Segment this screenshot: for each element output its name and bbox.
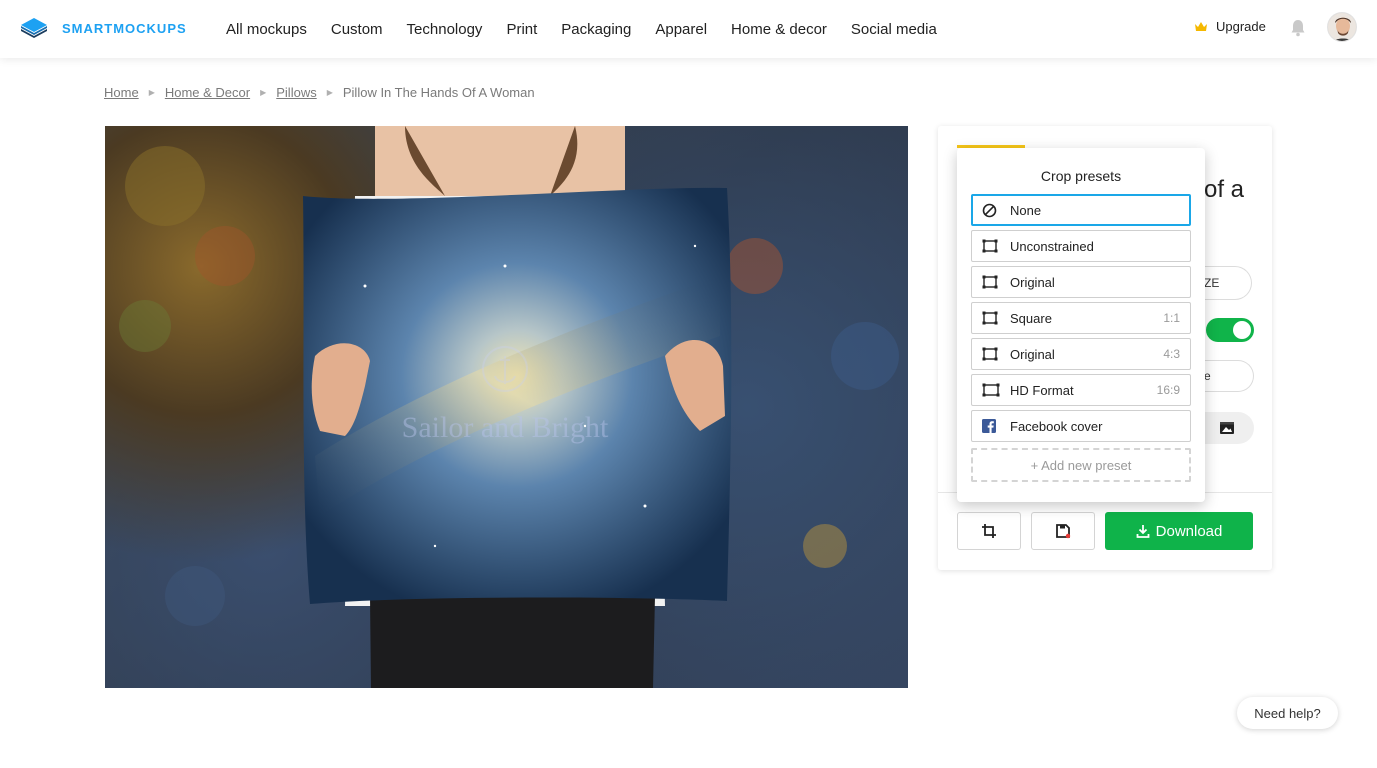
nav-custom[interactable]: Custom [331,21,383,38]
preset-label: Original [1010,274,1055,290]
crop-button[interactable] [957,512,1021,550]
breadcrumb-separator-icon: ▶ [148,88,155,97]
crop-icon [982,524,996,538]
image-upload-button[interactable] [1200,412,1254,444]
none-icon [982,203,1000,218]
mockup-preview[interactable]: Sailor and Bright [105,126,908,688]
image-icon [1220,422,1234,434]
mockup-scene: Sailor and Bright [119,126,899,688]
preset-hd-format[interactable]: HD Format 16:9 [971,374,1191,406]
bell-icon[interactable] [1290,19,1306,37]
need-help-button[interactable]: Need help? [1237,697,1338,729]
upgrade-button[interactable]: Upgrade [1194,19,1266,34]
preset-none[interactable]: None [971,194,1191,226]
breadcrumb: Home ▶ Home & Decor ▶ Pillows ▶ Pillow I… [104,85,535,100]
user-avatar[interactable] [1327,12,1357,42]
preset-label: Unconstrained [1010,238,1094,254]
crop-frame-icon [982,347,1000,361]
nav-apparel[interactable]: Apparel [655,21,707,38]
crown-icon [1195,22,1207,31]
preset-facebook-cover[interactable]: Facebook cover [971,410,1191,442]
brand-name: SMARTMOCKUPS [62,20,187,36]
preset-label: Square [1010,310,1052,326]
top-navbar: SMARTMOCKUPS All mockups Custom Technolo… [0,0,1377,58]
logo-layers-icon [21,18,47,38]
nav-social-media[interactable]: Social media [851,21,937,38]
preset-label: None [1010,202,1042,218]
crop-presets-popup: Crop presets None Unconstrained Original… [957,148,1205,502]
nav-technology[interactable]: Technology [407,21,483,38]
nav-home-decor[interactable]: Home & decor [731,21,827,38]
avatar-portrait [1328,13,1356,41]
crop-frame-icon [982,383,1000,397]
preset-original[interactable]: Original [971,266,1191,298]
mockup-title-fragment: of a [1204,176,1245,203]
option-button-fragment[interactable]: e [1200,360,1254,392]
save-icon [1056,524,1071,539]
nav-all-mockups[interactable]: All mockups [226,21,307,38]
preset-ratio: 1:1 [1163,311,1180,325]
preset-square[interactable]: Square 1:1 [971,302,1191,334]
toggle-knob [1233,321,1251,339]
preset-ratio: 16:9 [1156,383,1180,397]
breadcrumb-current: Pillow In The Hands Of A Woman [342,85,535,100]
preset-label: HD Format [1010,382,1074,398]
main-nav: All mockups Custom Technology Print Pack… [226,0,961,58]
crop-presets-title: Crop presets [1040,168,1122,184]
facebook-icon [982,419,1000,433]
preset-label: Original [1010,346,1055,362]
preset-original-4-3[interactable]: Original 4:3 [971,338,1191,370]
preset-unconstrained[interactable]: Unconstrained [971,230,1191,262]
breadcrumb-separator-icon: ▶ [326,88,333,97]
nav-packaging[interactable]: Packaging [561,21,631,38]
download-label: Download [1155,522,1223,540]
crop-frame-icon [982,275,1000,289]
preset-label: Facebook cover [1010,418,1103,434]
upgrade-label: Upgrade [1216,19,1266,34]
add-new-preset-button[interactable]: + Add new preset [971,448,1191,482]
download-button[interactable]: Download [1105,512,1253,550]
size-button-fragment[interactable]: ZE [1200,266,1252,300]
breadcrumb-home-decor[interactable]: Home & Decor [165,85,250,100]
option-toggle[interactable] [1206,318,1254,342]
save-button[interactable] [1031,512,1095,550]
breadcrumb-separator-icon: ▶ [260,88,267,97]
download-icon [1136,525,1150,538]
preset-ratio: 4:3 [1163,347,1180,361]
nav-print[interactable]: Print [506,21,537,38]
breadcrumb-home[interactable]: Home [104,85,139,100]
mockup-watermark-text: Sailor and Bright [402,411,609,444]
crop-frame-icon [982,311,1000,325]
brand-logo[interactable]: SMARTMOCKUPS [20,16,187,40]
crop-frame-icon [982,239,1000,253]
breadcrumb-pillows[interactable]: Pillows [276,85,316,100]
